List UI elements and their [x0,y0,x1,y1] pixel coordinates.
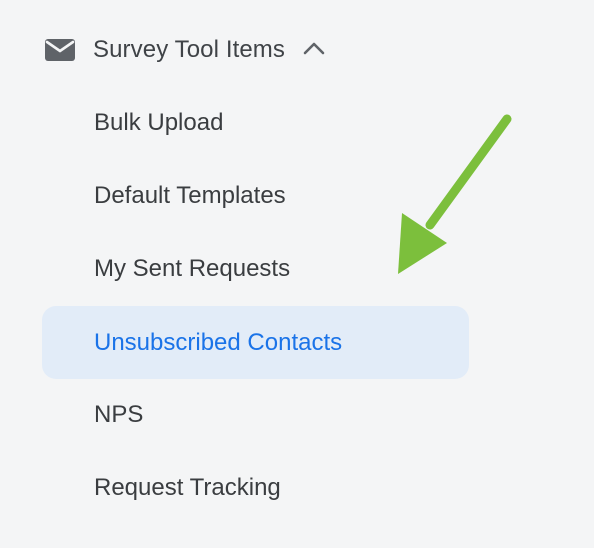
section-title: Survey Tool Items [93,36,286,63]
sidebar-item-label: NPS [94,400,144,428]
sidebar-item-label: Request Tracking [94,473,281,501]
chevron-up-icon[interactable] [303,40,325,56]
sidebar-item-request-tracking[interactable]: Request Tracking [42,451,469,524]
sidebar-item-label: Default Templates [94,181,286,209]
sidebar-item-label: My Sent Requests [94,254,291,282]
sidebar-item-label: Bulk Upload [94,108,224,136]
sidebar-item-nps[interactable]: NPS [42,378,469,451]
sidebar-item-unsubscribed-contacts[interactable]: Unsubscribed Contacts [42,306,469,379]
sidebar-item-default-templates[interactable]: Default Templates [42,159,469,232]
sidebar-item-label: Unsubscribed Contacts [94,328,343,356]
mail-icon [45,39,75,61]
section-header-survey-tool-items[interactable]: Survey Tool Items [40,28,370,72]
sidebar-panel: Survey Tool Items Bulk Upload Default Te… [0,0,594,548]
sidebar-item-my-sent-requests[interactable]: My Sent Requests [42,232,469,305]
sidebar-item-bulk-upload[interactable]: Bulk Upload [42,86,469,159]
